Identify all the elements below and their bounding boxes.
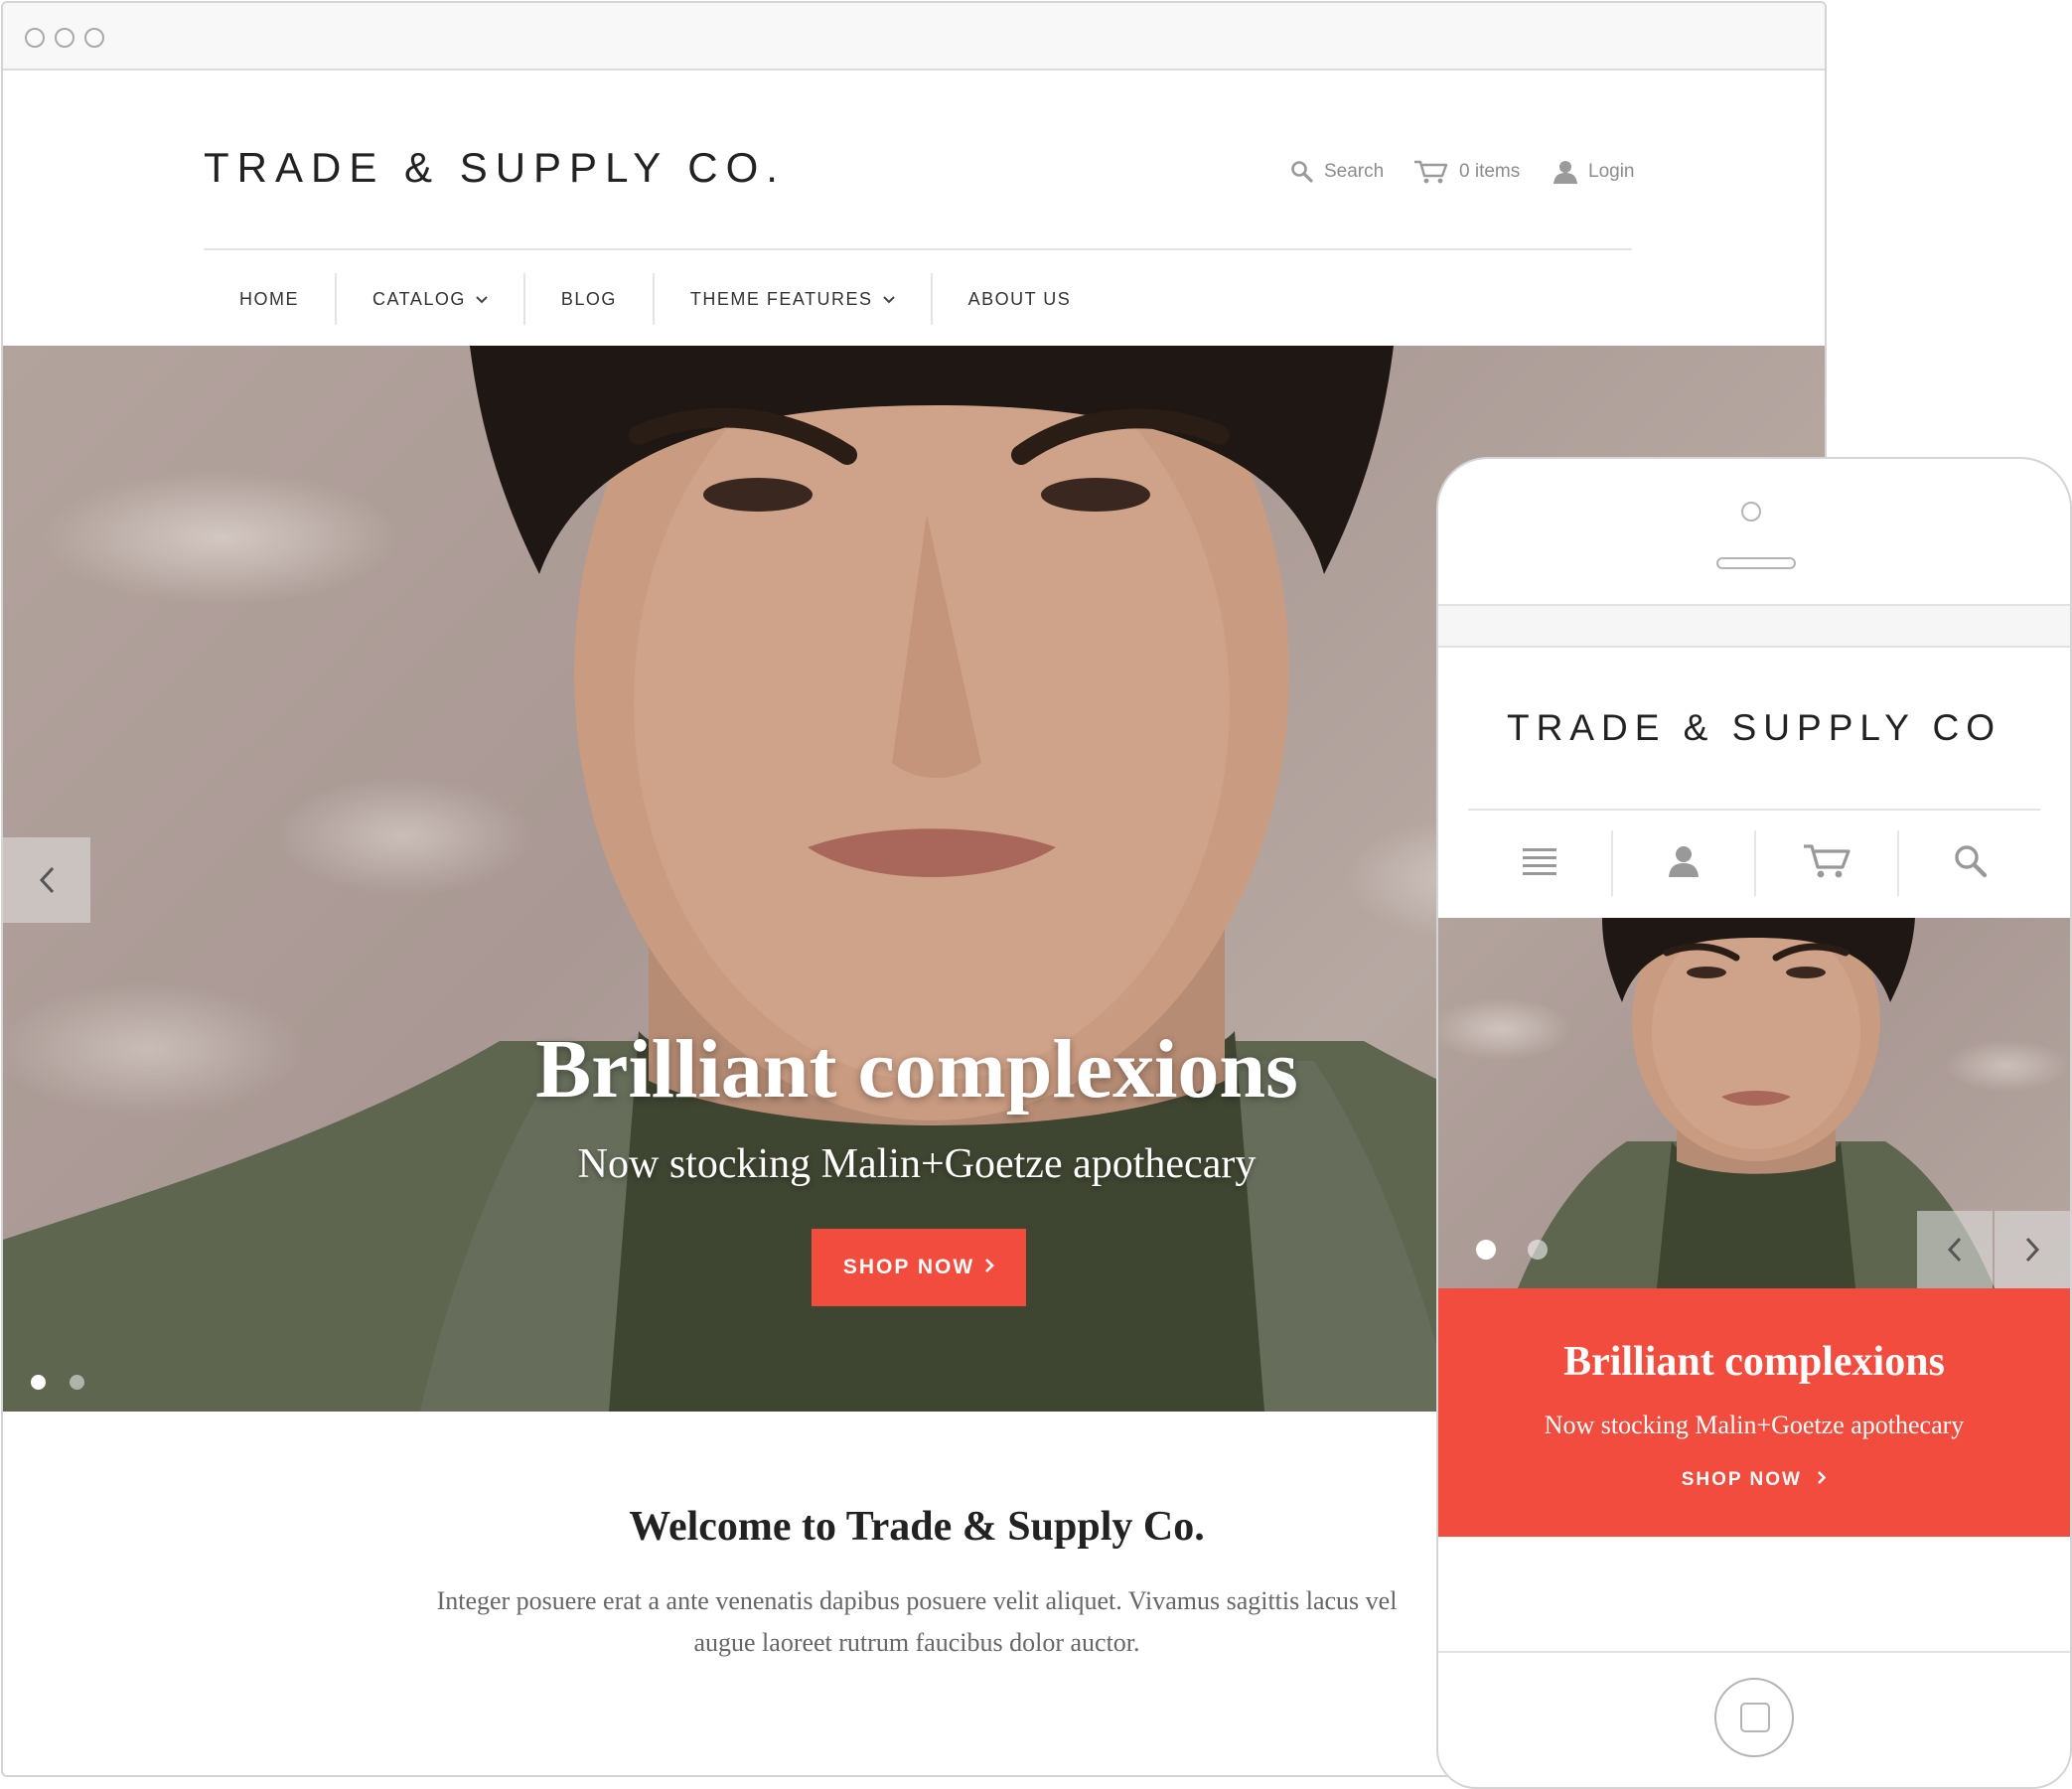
mobile-search-button[interactable] [1899, 828, 2042, 894]
mobile-hero-subtitle: Now stocking Malin+Goetze apothecary [1544, 1411, 1965, 1439]
search-link[interactable]: Search [1290, 157, 1384, 187]
mobile-slideshow-next-button[interactable] [1995, 1211, 2070, 1288]
mobile-cart-button[interactable] [1756, 828, 1897, 894]
nav-item-theme-features[interactable]: THEME FEATURES [652, 273, 931, 325]
chevron-down-icon [882, 292, 895, 307]
cart-icon [1414, 160, 1448, 184]
mobile-shop-now-button[interactable]: SHOP NOW [1438, 1469, 2070, 1491]
login-label: Login [1588, 161, 1635, 182]
nav-item-label: BLOG [560, 288, 617, 309]
search-icon [1955, 845, 1988, 878]
mobile-slide-dot-2[interactable] [1528, 1240, 1548, 1260]
mobile-menu-button[interactable] [1468, 828, 1611, 894]
mobile-slide-dot-1[interactable] [1476, 1240, 1496, 1260]
chevron-right-icon [2025, 1237, 2040, 1263]
cart-icon [1804, 844, 1850, 878]
nav-item-home[interactable]: HOME [204, 273, 335, 325]
cart-count-label: 0 items [1459, 161, 1521, 182]
cart-link[interactable]: 0 items [1413, 157, 1520, 187]
mobile-hero-caption-panel: Brilliant complexions Now stocking Malin… [1438, 1288, 2070, 1537]
shop-now-button[interactable]: SHOP NOW [812, 1229, 1026, 1306]
nav-item-label: THEME FEATURES [689, 288, 873, 309]
mobile-phone-frame: TRADE & SUPPLY CO Brilliant complexions … [1436, 457, 2072, 1789]
user-icon [1669, 846, 1699, 877]
mobile-slideshow-prev-button[interactable] [1917, 1211, 1993, 1288]
phone-bezel-divider [1438, 1651, 2070, 1653]
phone-speaker [1716, 557, 1796, 569]
chevron-left-icon [39, 866, 55, 894]
chevron-down-icon [476, 292, 488, 307]
site-logo[interactable]: TRADE & SUPPLY CO. [204, 144, 786, 192]
slideshow-prev-button[interactable] [3, 837, 90, 923]
mobile-site-logo[interactable]: TRADE & SUPPLY CO [1438, 707, 2070, 749]
welcome-body: Integer posuere erat a ante venenatis da… [436, 1586, 1398, 1657]
login-link[interactable]: Login [1553, 157, 1635, 187]
chevron-right-icon [1817, 1469, 1827, 1490]
search-label: Search [1324, 161, 1385, 182]
mobile-shop-now-label: SHOP NOW [1681, 1469, 1802, 1490]
nav-item-about-us[interactable]: ABOUT US [930, 273, 1108, 325]
nav-item-label: CATALOG [372, 288, 466, 309]
mobile-hero-slideshow [1438, 918, 2070, 1288]
mobile-hero-title: Brilliant complexions [1563, 1339, 1945, 1385]
window-maximize-button[interactable] [84, 28, 104, 48]
main-navigation: HOME CATALOG BLOG THEME FEATURES ABOUT U… [204, 271, 1107, 327]
nav-item-label: HOME [239, 288, 299, 309]
home-square-icon [1740, 1703, 1770, 1732]
search-icon [1291, 161, 1313, 183]
shop-now-label: SHOP NOW [842, 1256, 975, 1278]
window-minimize-button[interactable] [55, 28, 74, 48]
phone-camera [1741, 502, 1761, 522]
nav-item-label: ABOUT US [967, 288, 1072, 309]
browser-title-bar [3, 3, 1825, 71]
chevron-left-icon [1947, 1237, 1962, 1263]
header-divider [204, 248, 1632, 250]
user-icon [1554, 161, 1577, 184]
window-close-button[interactable] [25, 28, 45, 48]
mobile-header-divider [1468, 809, 2040, 811]
phone-status-bar [1438, 604, 2070, 648]
menu-icon [1523, 848, 1556, 875]
chevron-right-icon [984, 1256, 994, 1279]
slide-dot-1[interactable] [31, 1375, 46, 1390]
nav-item-catalog[interactable]: CATALOG [335, 273, 523, 325]
mobile-account-button[interactable] [1613, 828, 1754, 894]
nav-item-blog[interactable]: BLOG [522, 273, 653, 325]
slide-dot-2[interactable] [70, 1375, 84, 1390]
